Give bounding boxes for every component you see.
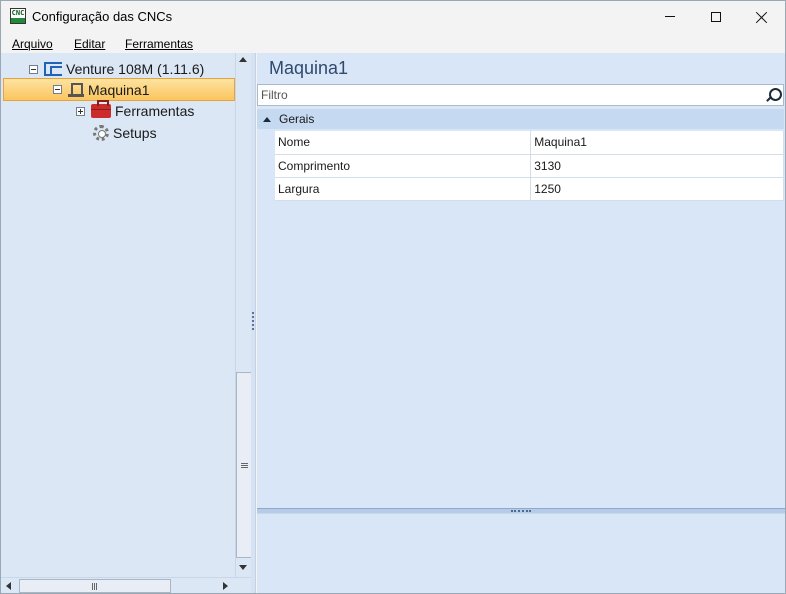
tree-node-venture[interactable]: Venture 108M (1.11.6) <box>29 58 204 80</box>
cnc-config-window: CNC Configuração das CNCs Arquivo Editar… <box>0 0 786 594</box>
maximize-button[interactable] <box>693 1 739 32</box>
minimize-icon <box>665 16 675 17</box>
vertical-splitter[interactable] <box>251 53 256 593</box>
tree-node-maquina1[interactable]: Maquina1 <box>3 78 235 101</box>
properties-panel: Maquina1 Gerais Nome Maquina1 Compriment… <box>257 53 785 593</box>
property-value[interactable]: Maquina1 <box>530 131 784 155</box>
menu-ferramentas[interactable]: Ferramentas <box>125 35 193 51</box>
cnc-controller-icon <box>44 62 62 76</box>
title-bar[interactable]: CNC Configuração das CNCs <box>1 1 785 32</box>
menu-editar[interactable]: Editar <box>74 35 105 51</box>
scroll-up-icon[interactable] <box>239 57 247 62</box>
property-name: Comprimento <box>275 154 532 178</box>
grip-icon <box>92 583 97 590</box>
tree-node-label: Maquina1 <box>88 81 150 98</box>
property-grid: Nome Maquina1 Comprimento 3130 Largura 1… <box>275 131 784 201</box>
property-name: Nome <box>275 131 532 155</box>
table-row[interactable]: Nome Maquina1 <box>275 131 784 155</box>
property-name: Largura <box>275 177 532 201</box>
machine-title: Maquina1 <box>269 58 349 78</box>
close-button[interactable] <box>739 1 785 32</box>
window-title: Configuração das CNCs <box>32 9 173 24</box>
tree-node-label: Venture 108M (1.11.6) <box>66 61 205 77</box>
menu-arquivo[interactable]: Arquivo <box>12 35 53 51</box>
tree-vertical-scrollbar[interactable] <box>235 53 252 577</box>
property-value[interactable]: 3130 <box>530 154 784 178</box>
toolbox-icon <box>91 100 111 118</box>
maximize-icon <box>711 11 721 22</box>
menu-bar: Arquivo Editar Ferramentas <box>1 32 785 52</box>
scroll-right-icon[interactable] <box>223 582 228 590</box>
app-icon-text: CNC <box>11 9 25 17</box>
scroll-left-icon[interactable] <box>6 582 11 590</box>
chevron-up-icon[interactable] <box>263 116 271 122</box>
scroll-thumb[interactable] <box>236 372 252 558</box>
table-row[interactable]: Largura 1250 <box>275 177 784 201</box>
tree-node-label: Ferramentas <box>115 103 195 119</box>
collapse-toggle-icon[interactable] <box>53 85 62 94</box>
tree-node-label: Setups <box>113 125 157 141</box>
gear-icon <box>93 125 109 141</box>
group-header-gerais[interactable]: Gerais <box>257 109 784 129</box>
filter-input[interactable] <box>261 87 751 103</box>
minimize-button[interactable] <box>647 1 693 32</box>
description-area <box>257 514 785 593</box>
close-icon <box>756 11 768 23</box>
machine-icon <box>68 82 84 98</box>
collapse-toggle-icon[interactable] <box>29 64 38 74</box>
cnc-tree: Venture 108M (1.11.6) Maquina1 Ferrament… <box>1 53 235 593</box>
tree-horizontal-scrollbar[interactable] <box>1 577 251 593</box>
search-icon[interactable] <box>766 88 782 102</box>
table-row[interactable]: Comprimento 3130 <box>275 154 784 178</box>
grip-icon <box>241 463 248 468</box>
property-value[interactable]: 1250 <box>530 177 784 201</box>
expand-toggle-icon[interactable] <box>76 106 85 116</box>
group-label: Gerais <box>279 112 315 126</box>
tree-node-ferramentas[interactable]: Ferramentas <box>76 100 194 122</box>
filter-box <box>257 84 784 106</box>
scroll-thumb[interactable] <box>19 579 171 593</box>
splitter-grip-icon <box>511 510 531 512</box>
scroll-down-icon[interactable] <box>239 565 247 570</box>
tree-node-setups[interactable]: Setups <box>93 122 157 144</box>
splitter-grip-icon <box>252 312 254 330</box>
app-icon: CNC <box>10 8 26 24</box>
